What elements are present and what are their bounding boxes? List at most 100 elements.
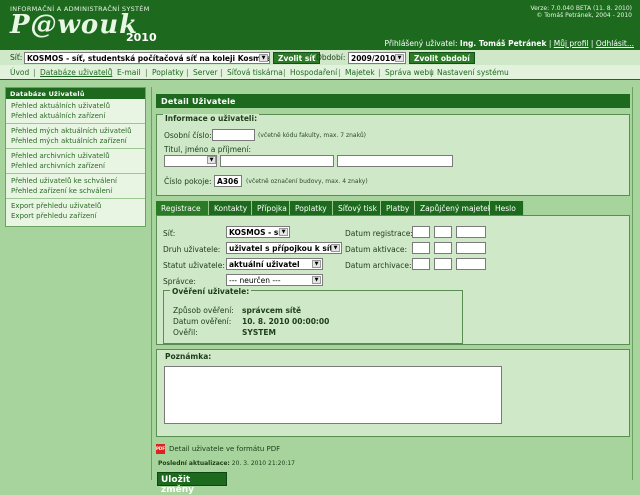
note-fieldset: Poznámka: [156,349,630,437]
verification-fieldset: Ověření uživatele: Způsob ověření: správ… [163,287,463,344]
sidebar-group: Přehled uživatelů ke schválení Přehled z… [6,174,145,199]
title-select[interactable]: ▼ [164,155,217,167]
menu-item-email[interactable]: E-mail [117,68,141,77]
act-date-day[interactable] [412,242,430,254]
login-info: Přihlášený uživatel: Ing. Tomáš Petránek… [384,39,634,48]
my-profile-link[interactable]: Můj profil [554,39,589,48]
logo-year: 2010 [126,31,157,44]
arch-date-year[interactable] [456,258,486,270]
period-label: Období: [316,53,346,62]
chevron-down-icon: ▼ [331,244,340,252]
tab-contacts[interactable]: Kontakty [209,201,252,215]
chevron-down-icon: ▼ [207,156,216,164]
verified-by-value: SYSTEM [242,328,276,337]
user-type-value: uživatel s přípojkou k síti [229,244,336,253]
user-status-label: Statut uživatele: [163,261,225,270]
sidebar-item-archived-devices[interactable]: Přehled archivních zařízení [11,161,140,171]
last-update-value: 20. 3. 2010 21:20:17 [231,460,295,467]
reg-net-label: Síť: [163,229,176,238]
user-type-label: Druh uživatele: [163,245,221,254]
sidebar-item-pending-devices[interactable]: Přehled zařízení ke schválení [11,186,140,196]
sidebar-item-pending-users[interactable]: Přehled uživatelů ke schválení [11,176,140,186]
period-select[interactable]: 2009/2010 ▼ [348,52,406,64]
menu-item-property[interactable]: Majetek [345,68,375,77]
login-label: Přihlášený uživatel: [384,39,458,48]
net-select[interactable]: KOSMOS - síť, studentská počítačová síť … [24,52,270,64]
menu-item-settings[interactable]: Nastavení systému [437,68,509,77]
sidebar-item-export-devices[interactable]: Export přehledu zařízení [11,211,140,221]
arch-date-month[interactable] [434,258,452,270]
sidebar-item-export-users[interactable]: Export přehledu uživatelů [11,201,140,211]
menu-item-user-db[interactable]: Databáze uživatelů [40,68,112,77]
menu-item-fees[interactable]: Poplatky [152,68,184,77]
note-legend: Poznámka: [163,352,214,361]
last-name-input[interactable] [337,155,453,167]
chevron-down-icon: ▼ [395,54,404,62]
choose-period-button[interactable]: Zvolit období [409,52,475,64]
menu-item-server[interactable]: Server [193,68,218,77]
tab-fees[interactable]: Poplatky [290,201,333,215]
personal-no-hint: (včetně kódu fakulty, max. 7 znaků) [258,132,367,139]
pdf-link[interactable]: Detail uživatele ve formátu PDF [169,445,280,453]
chevron-down-icon: ▼ [279,228,288,236]
act-date-month[interactable] [434,242,452,254]
registration-panel: Síť: KOSMOS - síť ▼ Druh uživatele: uživa… [156,215,630,345]
version-text: Verze: 7.0.040 BETA (11. 8. 2010) [530,5,632,12]
sidebar-title: Databáze Uživatelů [6,88,145,99]
arch-date-day[interactable] [412,258,430,270]
reg-date-year[interactable] [456,226,486,238]
admin-select[interactable]: --- neurčen --- ▼ [226,274,323,286]
main-content: Detail Uživatele Informace o uživateli: … [151,87,633,495]
last-update-label: Poslední aktualizace: [158,460,230,467]
sidebar-item-current-devices[interactable]: Přehled aktuálních zařízení [11,111,140,121]
verify-method-label: Způsob ověření: [173,306,234,315]
personal-no-input[interactable] [212,129,255,141]
pdf-icon: PDF [156,444,165,454]
sidebar-item-my-devices[interactable]: Přehled mých aktuálních zařízení [11,136,140,146]
net-select-value: KOSMOS - síť, studentská počítačová síť … [27,54,270,63]
chevron-down-icon: ▼ [259,54,268,62]
chevron-down-icon: ▼ [312,260,321,268]
first-name-input[interactable] [220,155,334,167]
menu-item-printer[interactable]: Síťová tiskárna [227,68,283,77]
room-label: Číslo pokoje: [164,177,212,186]
reg-date-label: Datum registrace: [345,229,413,238]
main-menu: Úvod | Databáze uživatelů | E-mail | Pop… [0,65,640,80]
reg-net-select[interactable]: KOSMOS - síť ▼ [226,226,290,238]
menu-item-home[interactable]: Úvod [10,68,29,77]
room-input[interactable]: A306 [214,175,242,187]
network-bar: Síť: KOSMOS - síť, studentská počítačová… [0,49,640,65]
personal-no-label: Osobní číslo: [164,131,212,140]
app-logo[interactable]: P@wouk [10,10,138,40]
note-textarea[interactable] [164,366,502,424]
copyright-text: © Tomáš Petránek, 2004 - 2010 [536,12,632,19]
tab-connection[interactable]: Přípojka [252,201,290,215]
sidebar-item-archived-users[interactable]: Přehled archivních uživatelů [11,151,140,161]
sidebar-group: Přehled aktuálních uživatelů Přehled akt… [6,99,145,124]
tab-payments[interactable]: Platby [381,201,415,215]
verify-method-value: správcem sítě [242,306,302,315]
reg-date-day[interactable] [412,226,430,238]
sidebar-item-current-users[interactable]: Přehled aktuálních uživatelů [11,101,140,111]
menu-item-economy[interactable]: Hospodaření [290,68,337,77]
tab-registration[interactable]: Registrace [156,201,209,215]
act-date-year[interactable] [456,242,486,254]
tab-password[interactable]: Heslo [490,201,524,215]
detail-tabs: Registrace Kontakty Přípojka Poplatky Sí… [156,201,630,215]
verify-date-value: 10. 8. 2010 00:00:00 [242,317,330,326]
logout-link[interactable]: Odhlásit... [596,39,634,48]
user-info-legend: Informace o uživateli: [163,114,260,123]
choose-net-button[interactable]: Zvolit síť [273,52,321,64]
user-status-value: aktuální uživatel [229,260,300,269]
user-type-select[interactable]: uživatel s přípojkou k síti ▼ [226,242,342,254]
tab-borrowed-property[interactable]: Zapůjčený majetek [415,201,492,215]
reg-date-month[interactable] [434,226,452,238]
menu-item-web-admin[interactable]: Správa webu [385,68,434,77]
admin-label: Správce: [163,277,196,286]
tab-net-print[interactable]: Síťový tisk [333,201,381,215]
user-status-select[interactable]: aktuální uživatel ▼ [226,258,323,270]
sidebar-item-my-users[interactable]: Přehled mých aktuálních uživatelů [11,126,140,136]
save-button[interactable]: Uložit změny [157,472,227,495]
login-user: Ing. Tomáš Petránek [459,39,547,48]
page-title: Detail Uživatele [156,94,630,108]
